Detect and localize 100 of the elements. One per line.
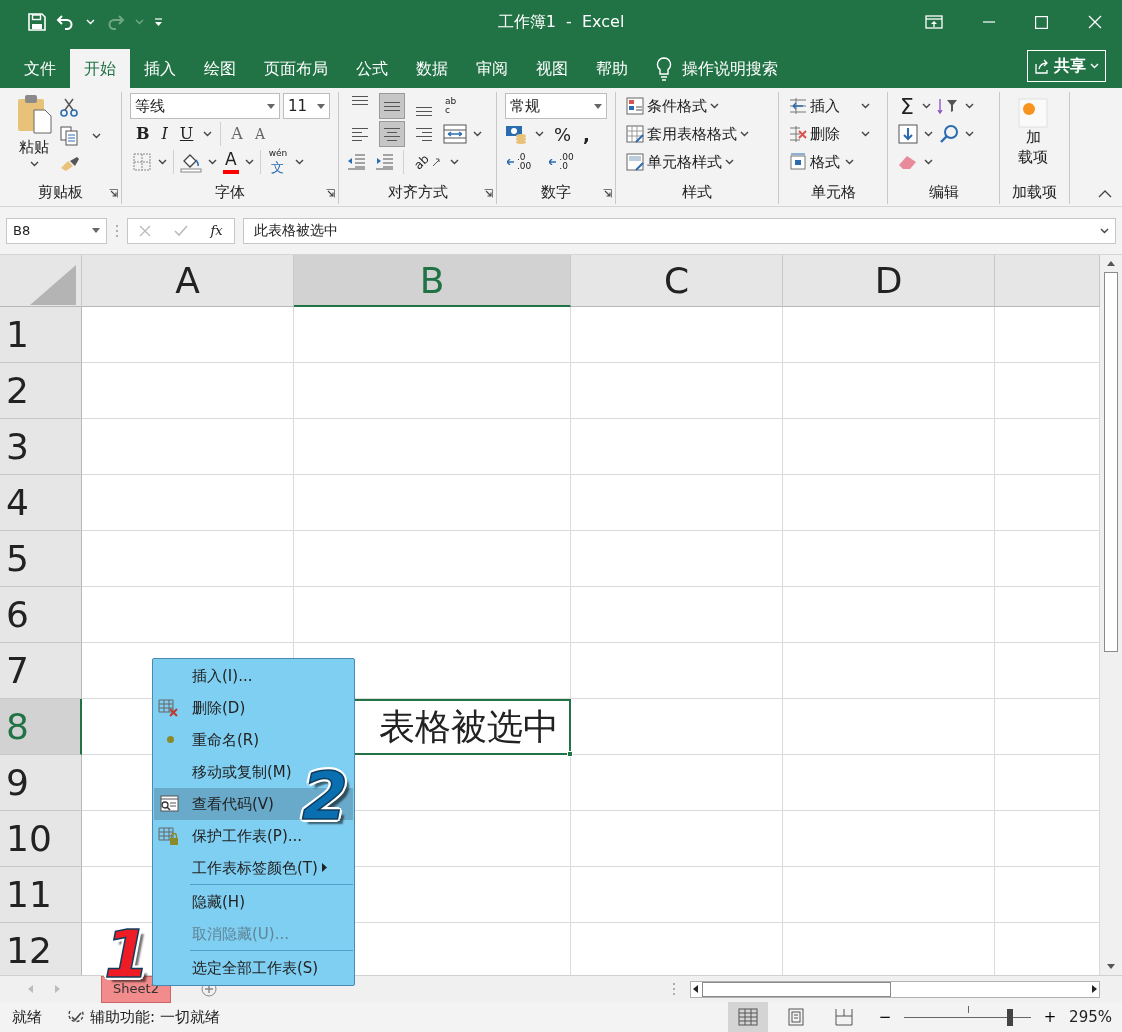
chevron-down-icon[interactable] [203,131,213,137]
chevron-down-icon[interactable] [861,103,870,109]
increase-font-size-button[interactable]: A [229,121,245,147]
dialog-launcher-icon[interactable] [109,189,118,198]
grid-cell[interactable] [571,867,783,923]
grid-cell[interactable] [571,587,783,643]
ribbon-tab[interactable]: 页面布局 [250,49,342,88]
grid-cell[interactable] [783,643,995,699]
chevron-down-icon[interactable] [725,159,734,165]
font-color-button[interactable]: A [223,150,239,174]
scissors-icon[interactable] [60,98,78,118]
decrease-font-size-button[interactable]: A [252,121,268,147]
grid-cell[interactable] [294,363,571,419]
dialog-launcher-icon[interactable] [603,189,612,198]
grid-cell[interactable] [783,699,995,755]
copy-icon[interactable] [60,126,78,146]
grid-cell[interactable] [783,531,995,587]
chevron-down-icon[interactable] [921,103,931,109]
cell-styles-button[interactable]: 单元格样式 [624,149,736,175]
increase-decimal-button[interactable]: .0 .00 [505,149,534,175]
grid-cell[interactable] [571,699,783,755]
decrease-decimal-button[interactable]: .00 .0 [547,149,576,175]
ribbon-tab[interactable]: 公式 [342,49,402,88]
chevron-down-icon[interactable] [208,159,217,165]
font-name-field[interactable]: 等线 [130,93,280,119]
caret-icon[interactable] [594,103,602,109]
formula-field[interactable]: 此表格被选中 [243,217,1116,244]
row-header[interactable]: 3 [0,419,82,475]
grid-cell[interactable] [294,587,571,643]
row-header[interactable]: 4 [0,475,82,531]
bold-button[interactable]: B [134,121,152,147]
grid-cell[interactable] [783,867,995,923]
ribbon-tab[interactable]: 开始 [70,49,130,88]
clipboard-icon[interactable] [16,94,52,134]
grid-cell[interactable] [82,363,294,419]
zoom-slider-thumb[interactable] [1006,1008,1013,1026]
zoom-out-button[interactable]: − [874,1002,897,1032]
grid-cell[interactable] [294,307,571,363]
chevron-down-icon[interactable] [1100,227,1109,234]
insert-cells-button[interactable]: 插入 [787,93,872,119]
row-header[interactable]: 9 [0,755,82,811]
phonetic-guide-button[interactable]: wén 文 [266,149,290,175]
share-button[interactable]: 共享 [1027,50,1106,82]
row-header[interactable]: 5 [0,531,82,587]
center-button[interactable] [379,121,405,147]
row-header[interactable]: 6 [0,587,82,643]
sort-filter-icon[interactable] [936,97,959,115]
zoom-in-button[interactable]: + [1039,1002,1062,1032]
insert-function-button[interactable]: fx [210,220,223,241]
grid-cell[interactable] [571,419,783,475]
grid-cell[interactable] [294,531,571,587]
grid-cell[interactable] [783,475,995,531]
chevron-down-icon[interactable] [740,131,749,137]
font-size-field[interactable]: 11 [283,93,330,119]
grid-cell[interactable] [82,475,294,531]
ribbon-tab[interactable]: 视图 [522,49,582,88]
grid-cell[interactable] [571,755,783,811]
ribbon-tab[interactable]: 审阅 [462,49,522,88]
italic-button[interactable]: I [159,121,170,147]
underline-button[interactable]: U [177,121,196,147]
chevron-down-icon[interactable] [964,103,974,109]
chevron-down-icon[interactable] [92,133,101,139]
collapse-ribbon-icon[interactable] [1098,190,1112,198]
ribbon-tab[interactable]: 绘图 [190,49,250,88]
chevron-down-icon[interactable] [861,131,870,137]
dialog-launcher-icon[interactable] [326,189,335,198]
save-icon[interactable] [28,13,46,31]
cancel-icon[interactable] [139,224,152,237]
add-ins-button[interactable]: 加 载项 [1000,92,1066,178]
row-header[interactable]: 2 [0,363,82,419]
chevron-down-icon[interactable] [924,131,933,137]
grid-cell[interactable] [82,531,294,587]
fill-handle[interactable] [567,751,573,757]
grid-cell[interactable] [783,755,995,811]
menu-item[interactable]: 工作表标签颜色(T) [154,852,353,884]
grid-cell[interactable] [783,811,995,867]
grid-cell[interactable] [294,419,571,475]
grid-cell[interactable] [294,475,571,531]
grid-cell[interactable] [783,307,995,363]
paste-button[interactable]: 粘贴 [14,94,54,180]
normal-view-button[interactable] [728,1002,769,1032]
column-header[interactable]: C [571,255,783,307]
wrap-text-button[interactable]: ab c [443,93,459,119]
conditional-formatting-button[interactable]: 条件格式 [624,93,721,119]
search-icon[interactable] [939,124,959,144]
autosum-button[interactable]: Σ [898,93,916,119]
ribbon-tab[interactable]: 插入 [130,49,190,88]
customize-icon[interactable] [154,17,163,27]
grid-cell[interactable] [783,419,995,475]
ribbon-tab[interactable]: 数据 [402,49,462,88]
column-header[interactable]: B [294,255,571,307]
close-icon[interactable] [1088,15,1102,29]
grid-cell[interactable] [571,811,783,867]
row-header[interactable]: 1 [0,307,82,363]
row-header[interactable]: 12 [0,923,82,975]
currency-icon[interactable] [505,124,527,144]
middle-align-button[interactable] [379,93,405,119]
check-icon[interactable] [173,224,188,237]
accessibility-status[interactable]: 辅助功能: 一切就绪 [90,1005,220,1029]
eraser-icon[interactable] [898,154,918,170]
